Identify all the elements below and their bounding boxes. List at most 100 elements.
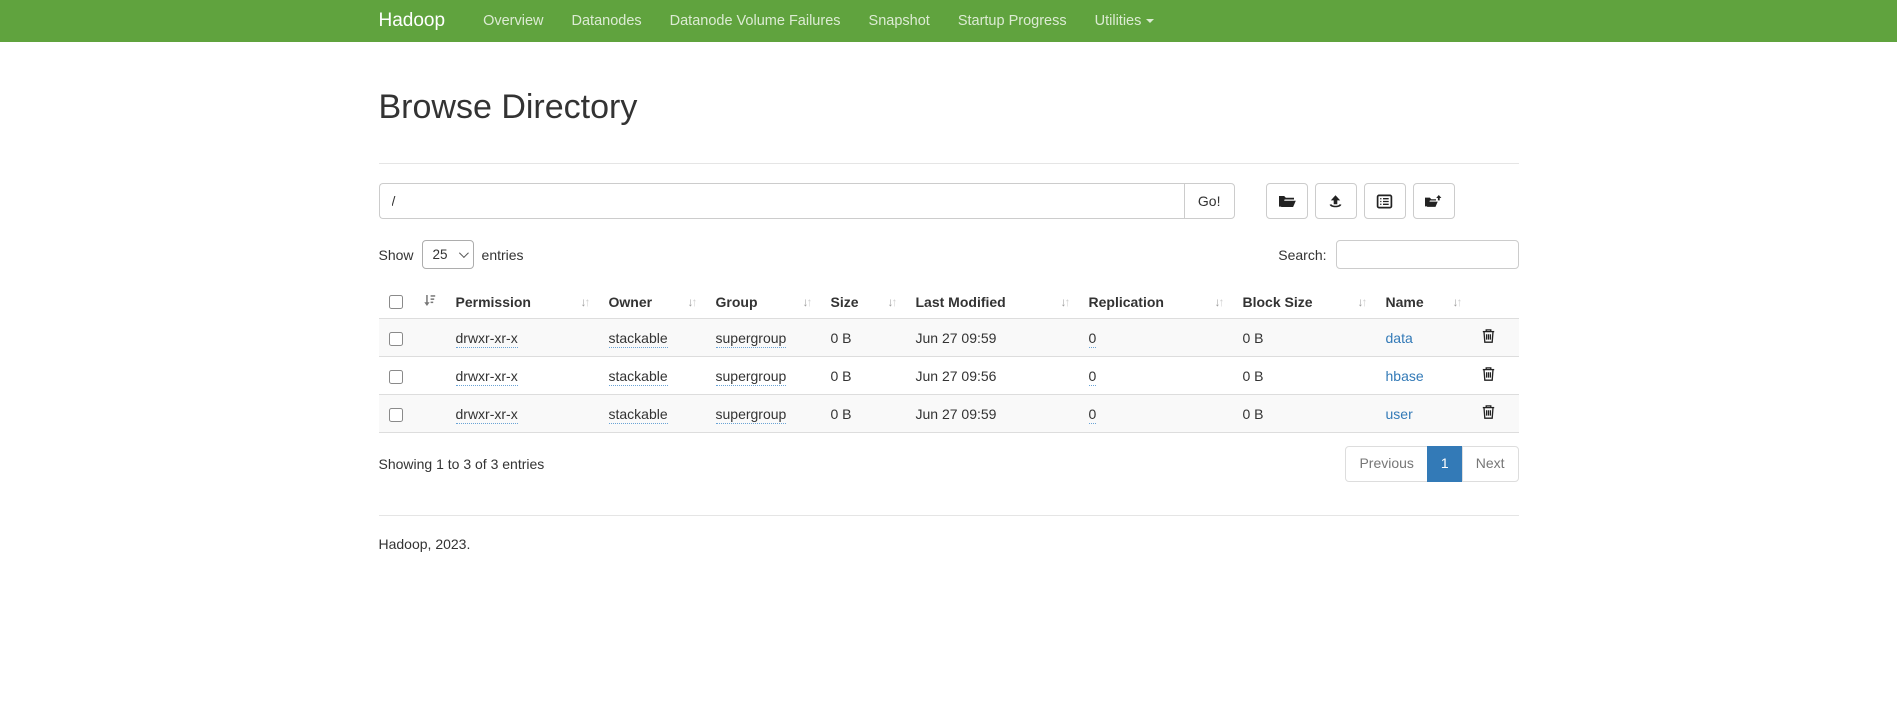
block-size-value: 0 B [1243,406,1264,422]
table-footer: Showing 1 to 3 of 3 entries Previous 1 N… [379,446,1519,482]
header-actions [1471,286,1519,319]
path-toolbar: Go! [379,183,1519,219]
folder-move-icon [1424,194,1443,209]
upload-icon [1327,194,1344,209]
entries-label: entries [482,247,524,263]
table-row: drwxr-xr-x stackable supergroup 0 B Jun … [379,395,1519,433]
pagination-next-button[interactable]: Next [1462,446,1519,482]
header-label: Last Modified [916,294,1006,310]
header-last-modified[interactable]: Last Modified ↓↑ [906,286,1079,319]
sort-icon: ↓↑ [1453,296,1461,308]
nav-item-overview[interactable]: Overview [469,2,557,40]
path-input-group: Go! [379,183,1235,219]
table-header-row: Permission↓↑ Owner↓↑ Group↓↑ Size↓↑ Last… [379,286,1519,319]
header-replication[interactable]: Replication↓↑ [1079,286,1233,319]
trash-icon [1481,408,1496,423]
go-button[interactable]: Go! [1184,183,1235,219]
directory-link[interactable]: data [1386,330,1413,346]
header-size[interactable]: Size↓↑ [821,286,906,319]
nav-item-snapshot[interactable]: Snapshot [855,2,944,40]
block-size-value: 0 B [1243,368,1264,384]
header-select-all[interactable] [379,286,446,319]
row-checkbox[interactable] [389,332,403,346]
page-size-value: 25 [433,247,448,262]
permission-value: drwxr-xr-x [456,368,518,386]
search-control: Search: [1278,240,1518,269]
header-label: Size [831,294,859,310]
permission-value: drwxr-xr-x [456,406,518,424]
clipboard-list-icon [1376,194,1393,209]
footer-divider [379,515,1519,516]
page-size-select[interactable]: 25 [422,240,474,269]
page-title: Browse Directory [379,88,1519,127]
trash-icon [1481,332,1496,347]
header-owner[interactable]: Owner ↓↑ [599,286,706,319]
cut-and-paste-button[interactable] [1364,183,1406,219]
upload-files-button[interactable] [1315,183,1357,219]
move-to-folder-button[interactable] [1413,183,1455,219]
nav-item-startup-progress[interactable]: Startup Progress [944,2,1081,40]
directory-link[interactable]: user [1386,406,1413,422]
header-name[interactable]: Name↓↑ [1376,286,1471,319]
nav-item-datanodes[interactable]: Datanodes [558,2,656,40]
nav-item-utilities-dropdown[interactable]: Utilities [1081,2,1169,40]
entries-summary: Showing 1 to 3 of 3 entries [379,456,545,472]
trash-icon [1481,370,1496,385]
table-controls: Show 25 entries Search: [379,240,1519,269]
create-directory-button[interactable] [1266,183,1308,219]
directory-table: Permission↓↑ Owner↓↑ Group↓↑ Size↓↑ Last… [379,286,1519,433]
table-row: drwxr-xr-x stackable supergroup 0 B Jun … [379,319,1519,357]
header-permission[interactable]: Permission↓↑ [446,286,599,319]
chevron-down-icon [1146,19,1154,23]
sort-icon: ↓↑ [803,296,811,308]
size-value: 0 B [831,368,852,384]
header-label: Block Size [1243,294,1313,310]
pagination-page-1-button[interactable]: 1 [1427,446,1463,482]
size-value: 0 B [831,330,852,346]
sort-icon: ↓↑ [1061,296,1069,308]
replication-value: 0 [1089,330,1097,348]
folder-open-icon [1278,194,1296,209]
group-value: supergroup [716,330,787,348]
navbar-menu: Overview Datanodes Datanode Volume Failu… [469,2,1168,40]
replication-value: 0 [1089,368,1097,386]
delete-button[interactable] [1481,366,1496,385]
size-value: 0 B [831,406,852,422]
search-input[interactable] [1336,240,1519,269]
header-label: Replication [1089,294,1164,310]
show-entries-control: Show 25 entries [379,240,524,269]
search-label: Search: [1278,247,1326,263]
nav-item-datanode-volume-failures[interactable]: Datanode Volume Failures [656,2,855,40]
brand-hadoop[interactable]: Hadoop [379,10,456,32]
header-label: Owner [609,294,653,310]
header-label: Permission [456,294,531,310]
replication-value: 0 [1089,406,1097,424]
directory-path-input[interactable] [379,183,1184,219]
pagination: Previous 1 Next [1345,446,1518,482]
chevron-down-icon [458,248,468,258]
header-divider [379,163,1519,164]
row-checkbox[interactable] [389,408,403,422]
show-label: Show [379,247,414,263]
utilities-label: Utilities [1095,13,1142,29]
pagination-previous-button[interactable]: Previous [1345,446,1427,482]
directory-link[interactable]: hbase [1386,368,1424,384]
delete-button[interactable] [1481,404,1496,423]
block-size-value: 0 B [1243,330,1264,346]
header-block-size[interactable]: Block Size ↓↑ [1233,286,1376,319]
owner-value: stackable [609,330,668,348]
header-label: Group [716,294,758,310]
owner-value: stackable [609,406,668,424]
sort-icon: ↓↑ [1358,296,1366,308]
last-modified-value: Jun 27 09:56 [916,368,997,384]
sort-icon: ↓↑ [688,296,696,308]
select-all-checkbox[interactable] [389,295,403,309]
permission-value: drwxr-xr-x [456,330,518,348]
group-value: supergroup [716,368,787,386]
owner-value: stackable [609,368,668,386]
footer-text: Hadoop, 2023. [379,536,1519,552]
last-modified-value: Jun 27 09:59 [916,330,997,346]
header-group[interactable]: Group ↓↑ [706,286,821,319]
row-checkbox[interactable] [389,370,403,384]
delete-button[interactable] [1481,328,1496,347]
